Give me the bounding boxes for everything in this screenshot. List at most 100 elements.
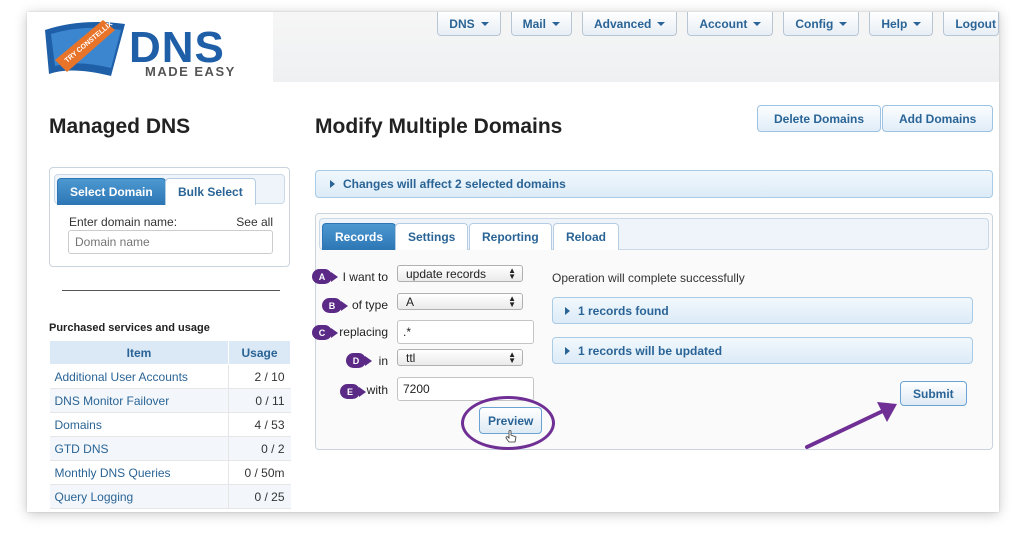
section-title: Modify Multiple Domains: [315, 115, 563, 138]
service-link[interactable]: GTD DNS: [49, 436, 229, 461]
field-select[interactable]: ttl ▲ ▼: [397, 349, 523, 366]
records-updated-text: 1 records will be updated: [578, 343, 723, 358]
records-found-bar[interactable]: 1 records found: [552, 297, 973, 324]
records-updated-bar[interactable]: 1 records will be updated: [552, 337, 973, 364]
header: TRY CONSTELLIX DNS MADE EASY DNS Mail Ad…: [27, 12, 999, 82]
expand-triangle-icon: [565, 346, 570, 355]
usage-value: 0 / 11: [228, 388, 291, 413]
records-found-text: 1 records found: [578, 303, 669, 318]
usage-table: Item Usage Additional User Accounts 2 / …: [49, 340, 291, 509]
service-link[interactable]: Domains: [49, 412, 229, 437]
tab-label: Reload: [566, 230, 607, 244]
top-navigation: DNS Mail Advanced Account Config Help Lo…: [437, 12, 999, 38]
expand-triangle-icon: [330, 180, 335, 188]
nav-label: DNS: [449, 16, 475, 31]
changes-summary-bar[interactable]: Changes will affect 2 selected domains: [315, 170, 993, 198]
chevron-down-icon: [839, 21, 848, 26]
tab-select-domain[interactable]: Select Domain: [57, 178, 166, 205]
table-row: DNS Monitor Failover 0 / 11: [49, 388, 291, 413]
divider: [62, 290, 280, 291]
tab-reporting[interactable]: Reporting: [469, 223, 552, 250]
nav-label: Account: [699, 16, 748, 31]
service-link[interactable]: Query Logging: [49, 484, 229, 509]
record-type-select[interactable]: A ▲ ▼: [397, 293, 523, 310]
tab-bulk-select[interactable]: Bulk Select: [165, 178, 256, 205]
record-type-value: A: [406, 294, 415, 309]
nav-label: Help: [881, 16, 908, 31]
table-row: GTD DNS 0 / 2: [49, 436, 291, 461]
chevron-down-icon: [753, 21, 762, 26]
table-row: Monthly DNS Queries 0 / 50m: [49, 460, 291, 485]
column-header-usage: Usage: [228, 340, 291, 365]
tab-label: Reporting: [482, 230, 539, 244]
service-link[interactable]: DNS Monitor Failover: [49, 388, 229, 413]
replacing-input[interactable]: .*: [397, 320, 534, 344]
purchased-services-title: Purchased services and usage: [49, 322, 210, 334]
usage-value: 0 / 50m: [228, 460, 291, 485]
nav-label: Config: [795, 16, 834, 31]
action-select-value: update records: [406, 266, 487, 281]
domain-selector-panel: Select Domain Bulk Select Enter domain n…: [49, 167, 290, 267]
field-select-value: ttl: [406, 350, 416, 365]
dns-made-easy-logo[interactable]: TRY CONSTELLIX DNS MADE EASY: [41, 16, 273, 79]
domain-name-label: Enter domain name:: [69, 215, 178, 229]
app-window: TRY CONSTELLIX DNS MADE EASY DNS Mail Ad…: [27, 12, 999, 512]
table-row: Query Logging 0 / 25: [49, 484, 291, 509]
page-title: Managed DNS: [49, 115, 191, 138]
tab-label: Bulk Select: [178, 185, 243, 199]
nav-label: Logout: [955, 16, 996, 31]
nav-config[interactable]: Config: [783, 12, 860, 36]
select-arrows-icon: ▲ ▼: [508, 266, 516, 281]
see-all-link[interactable]: See all: [236, 215, 273, 229]
tab-label: Records: [335, 230, 384, 244]
usage-value: 2 / 10: [228, 364, 291, 389]
column-header-item: Item: [49, 340, 229, 365]
tab-settings[interactable]: Settings: [395, 223, 469, 250]
tab-reload[interactable]: Reload: [553, 223, 620, 250]
table-row: Domains 4 / 53: [49, 412, 291, 437]
with-label: with: [366, 383, 388, 397]
delete-domains-button[interactable]: Delete Domains: [757, 105, 882, 132]
submit-button[interactable]: Submit: [900, 381, 967, 406]
usage-value: 0 / 2: [228, 436, 291, 461]
nav-dns[interactable]: DNS: [437, 12, 501, 36]
replacing-label: replacing: [339, 325, 388, 339]
tab-label: Settings: [408, 230, 456, 244]
nav-label: Mail: [522, 16, 546, 31]
expand-triangle-icon: [565, 306, 570, 315]
nav-account[interactable]: Account: [687, 12, 774, 36]
domain-name-input[interactable]: [68, 230, 273, 254]
service-link[interactable]: Monthly DNS Queries: [49, 460, 229, 485]
tab-label: Select Domain: [70, 185, 153, 199]
logo-tagline-text: MADE EASY: [145, 64, 236, 78]
table-row: Additional User Accounts 2 / 10: [49, 364, 291, 389]
usage-value: 4 / 53: [228, 412, 291, 437]
nav-mail[interactable]: Mail: [510, 12, 572, 36]
of-type-label: of type: [351, 298, 388, 312]
in-label: in: [378, 354, 388, 368]
nav-label: Advanced: [593, 16, 652, 31]
nav-advanced[interactable]: Advanced: [581, 12, 678, 36]
usage-value: 0 / 25: [228, 484, 291, 509]
nav-help[interactable]: Help: [869, 12, 934, 36]
annotation-arrow-icon: [805, 402, 897, 449]
add-domains-button[interactable]: Add Domains: [882, 105, 994, 132]
changes-summary-text: Changes will affect 2 selected domains: [343, 177, 566, 191]
action-select[interactable]: update records ▲ ▼: [397, 265, 523, 282]
chevron-down-icon: [551, 21, 560, 26]
chevron-down-icon: [480, 21, 489, 26]
tab-records[interactable]: Records: [322, 223, 397, 250]
logo-graphic: TRY CONSTELLIX DNS MADE EASY: [45, 20, 236, 79]
domain-tabs: Select Domain Bulk Select: [54, 174, 285, 205]
service-link[interactable]: Additional User Accounts: [49, 364, 229, 389]
chevron-down-icon: [913, 21, 922, 26]
hand-cursor-icon: [505, 430, 517, 443]
operation-status-text: Operation will complete successfully: [552, 271, 745, 285]
modify-tabs: Records Settings Reporting Reload: [319, 218, 989, 250]
want-to-label: I want to: [342, 270, 388, 284]
select-arrows-icon: ▲ ▼: [508, 294, 516, 309]
select-arrows-icon: ▲ ▼: [508, 350, 516, 365]
table-header-row: Item Usage: [49, 340, 291, 365]
nav-logout[interactable]: Logout: [943, 12, 999, 36]
chevron-down-icon: [657, 21, 666, 26]
